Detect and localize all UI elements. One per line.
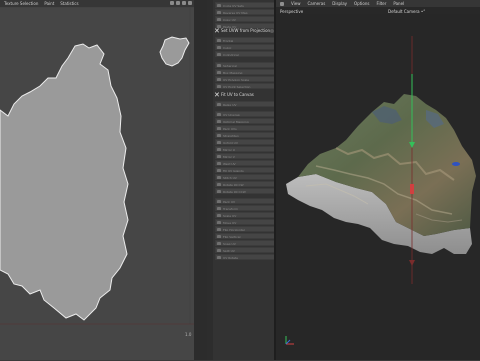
gizmo-x-handle (410, 184, 414, 194)
flip-h-icon (217, 228, 221, 231)
uv-editor-panel: Texture Selection Paint Statistics 1.0 (0, 0, 194, 360)
split-icon (217, 249, 221, 252)
transform-icon (217, 207, 221, 210)
move-icon (217, 221, 221, 224)
weld-icon (217, 162, 221, 165)
tool-rotate-90-ccw[interactable]: Rotate 90 CCW (215, 188, 275, 194)
tool-weld-uv[interactable]: Weld UV (215, 160, 275, 166)
straighten-icon (217, 134, 221, 137)
header-set-uvw-from-projection[interactable]: ✕ Set UVW from Projection (213, 27, 275, 35)
cycle-icon (217, 4, 221, 7)
menu-filter[interactable]: Filter (376, 1, 386, 6)
tool-reverse-uv-map[interactable]: Reverse UV Map (215, 9, 275, 15)
uv-tool-panel: Cycle UV Sets Reverse UV Map Copy UV Pas… (207, 0, 275, 360)
menu-texture-selection[interactable]: Texture Selection (4, 1, 38, 6)
tool-frontal[interactable]: Frontal (215, 37, 275, 43)
stitch-icon (217, 176, 221, 179)
viewport-hud: Perspective Default Camera •° (276, 7, 480, 14)
point-icon (217, 85, 221, 88)
uv-island-drawing (0, 8, 194, 360)
mirror-icon (217, 155, 221, 158)
tool-flip-vertical[interactable]: Flip Vertical (215, 233, 275, 239)
menu-paint[interactable]: Paint (44, 1, 54, 6)
uv-scale-label: 1.0 (185, 332, 192, 337)
scale-icon (217, 214, 221, 217)
menu-options[interactable]: Options (354, 1, 369, 6)
tool-uv-point-selection[interactable]: UV Point Selection (215, 83, 275, 89)
viewport-menubar: View Cameras Display Options Filter Pane… (276, 0, 480, 7)
cylinder-icon (217, 53, 221, 56)
unfold-icon (217, 141, 221, 144)
tool-box-mapping[interactable]: Box Mapping (215, 69, 275, 75)
uv-toolbar-icons (170, 1, 192, 5)
tool-straighten[interactable]: Straighten (215, 132, 275, 138)
terrain-lake (452, 162, 460, 166)
menu-statistics[interactable]: Statistics (60, 1, 78, 6)
reverse-icon (217, 11, 221, 14)
rotate-cw-icon (217, 183, 221, 186)
tool-pack-uv[interactable]: Pack UV (215, 198, 275, 204)
rotate-icon (217, 256, 221, 259)
tool-stitch-uv[interactable]: Stitch UV (215, 174, 275, 180)
tool-cylindrical[interactable]: Cylindrical (215, 51, 275, 57)
tool-move-uv[interactable]: Move UV (215, 219, 275, 225)
tool-fill-uv-islands[interactable]: Fill UV Islands (215, 167, 275, 173)
snap-icon (217, 242, 221, 245)
menu-cameras[interactable]: Cameras (308, 1, 326, 6)
tool-snap-uv[interactable]: Snap UV (215, 240, 275, 246)
cross-icon: ✕ (214, 27, 220, 35)
box-icon (217, 71, 221, 74)
mapping-icon (217, 120, 221, 123)
tool-split-uv[interactable]: Split UV (215, 247, 275, 253)
relax-icon (217, 103, 221, 106)
tool-uv-rotate[interactable]: UV Rotate (215, 254, 275, 260)
menu-panel[interactable]: Panel (393, 1, 404, 6)
viewport-menu-icon[interactable] (280, 1, 284, 6)
nav-forward-icon[interactable] (176, 1, 180, 5)
flip-v-icon (217, 235, 221, 238)
pack-icon (217, 200, 221, 203)
tool-mirror-u[interactable]: Mirror U (215, 146, 275, 152)
panel-gutter (194, 0, 207, 360)
tool-rotate-90-cw[interactable]: Rotate 90 CW (215, 181, 275, 187)
tool-pack-uvs[interactable]: Pack UVs (215, 125, 275, 131)
mirror-icon (217, 148, 221, 151)
pack-icon (217, 127, 221, 130)
tool-uv-polygon-scale[interactable]: UV Polygon Scale (215, 76, 275, 82)
viewport-panel: View Cameras Display Options Filter Pane… (274, 0, 480, 360)
tool-copy-uv[interactable]: Copy UV (215, 16, 275, 22)
tool-mirror-v[interactable]: Mirror V (215, 153, 275, 159)
tool-relax-uv[interactable]: Relax UV (215, 101, 275, 107)
maximize-icon[interactable] (188, 1, 192, 5)
terrain-render (276, 14, 480, 360)
viewport-scene[interactable] (276, 14, 480, 360)
tool-uv-unwrap[interactable]: UV Unwrap (215, 111, 275, 117)
copy-icon (217, 18, 221, 21)
tool-unfold-uv[interactable]: Unfold UV (215, 139, 275, 145)
polygon-icon (217, 78, 221, 81)
menu-view[interactable]: View (291, 1, 301, 6)
tool-spherical[interactable]: Spherical (215, 62, 275, 68)
uv-canvas[interactable]: 1.0 (0, 8, 194, 360)
cubic-icon (217, 46, 221, 49)
fill-icon (217, 169, 221, 172)
tool-transform[interactable]: Transform (215, 205, 275, 211)
sphere-icon (217, 64, 221, 67)
tool-optimal-mapping[interactable]: Optimal Mapping (215, 118, 275, 124)
menu-display[interactable]: Display (332, 1, 347, 6)
home-icon[interactable] (182, 1, 186, 5)
rotate-ccw-icon (217, 190, 221, 193)
nav-back-icon[interactable] (170, 1, 174, 5)
uv-menubar: Texture Selection Paint Statistics (0, 0, 194, 7)
tool-cycle-uv-sets[interactable]: Cycle UV Sets (215, 2, 275, 8)
frontal-icon (217, 39, 221, 42)
tool-cubic[interactable]: Cubic (215, 44, 275, 50)
unwrap-icon (217, 113, 221, 116)
tool-scale-uv[interactable]: Scale UV (215, 212, 275, 218)
tool-flip-horizontal[interactable]: Flip Horizontal (215, 226, 275, 232)
cross-icon: ✕ (214, 91, 220, 99)
header-fit-uv-to-canvas[interactable]: ✕ Fit UV to Canvas (213, 91, 275, 99)
